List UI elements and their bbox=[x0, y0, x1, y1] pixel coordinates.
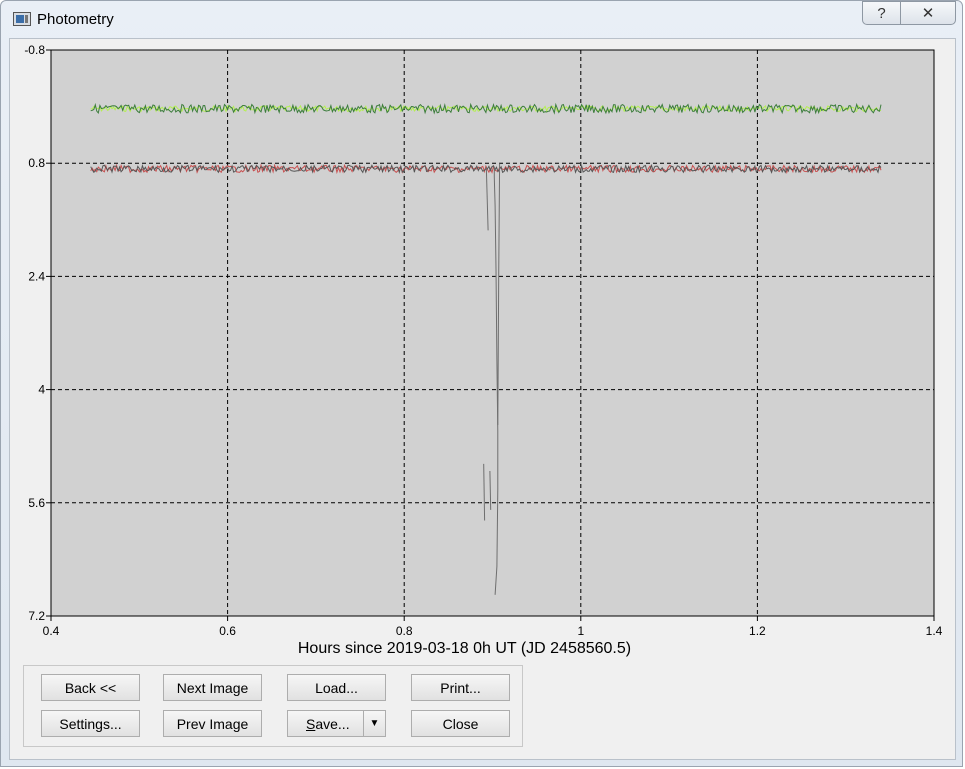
load-button[interactable]: Load... bbox=[287, 674, 386, 701]
photometry-app-icon bbox=[13, 12, 31, 26]
prev-image-button[interactable]: Prev Image bbox=[163, 710, 262, 737]
client-area: 0.4 0.6 0.8 1 1.2 1.4 -0.8 0.8 2.4 4 5.6 7.2 Hours s… bbox=[9, 38, 956, 760]
caption-buttons: ? ✕ bbox=[862, 1, 956, 25]
y-tick-label: -0.8 bbox=[24, 43, 45, 57]
print-button[interactable]: Print... bbox=[411, 674, 510, 701]
x-tick-label: 0.4 bbox=[43, 624, 60, 638]
save-split-button[interactable]: Save... ▼ bbox=[287, 710, 386, 737]
x-tick-label: 0.8 bbox=[396, 624, 413, 638]
x-tick-label: 1 bbox=[577, 624, 584, 638]
y-tick-label: 4 bbox=[38, 383, 45, 397]
plot-area bbox=[50, 49, 935, 617]
close-button[interactable]: Close bbox=[411, 710, 510, 737]
save-button-label: Save... bbox=[306, 715, 350, 732]
help-button[interactable]: ? bbox=[862, 1, 900, 25]
button-panel: Back << Next Image Load... Print... Sett… bbox=[23, 665, 523, 747]
close-icon: ✕ bbox=[921, 5, 935, 22]
x-axis-label: Hours since 2019-03-18 0h UT (JD 2458560… bbox=[298, 640, 631, 657]
photometry-window: Photometry ? ✕ 0.4 0.6 0.8 1 1.2 1.4 -0.8 0.8 2.… bbox=[0, 0, 963, 767]
window-close-button[interactable]: ✕ bbox=[900, 1, 956, 25]
next-image-button[interactable]: Next Image bbox=[163, 674, 262, 701]
y-tick-label: 5.6 bbox=[28, 496, 45, 510]
x-tick-label: 1.2 bbox=[749, 624, 766, 638]
x-tick-label: 1.4 bbox=[926, 624, 943, 638]
back-button[interactable]: Back << bbox=[41, 674, 140, 701]
y-tick-label: 2.4 bbox=[28, 269, 45, 283]
title-bar[interactable]: Photometry ? ✕ bbox=[1, 1, 962, 37]
y-tick-label: 7.2 bbox=[28, 609, 45, 623]
y-tick-label: 0.8 bbox=[28, 156, 45, 170]
help-icon: ? bbox=[877, 4, 886, 22]
settings-button[interactable]: Settings... bbox=[41, 710, 140, 737]
window-title: Photometry bbox=[37, 11, 114, 28]
photometry-chart[interactable]: 0.4 0.6 0.8 1 1.2 1.4 -0.8 0.8 2.4 4 5.6 7.2 Hours s… bbox=[10, 39, 955, 659]
save-dropdown-arrow-icon[interactable]: ▼ bbox=[363, 711, 385, 736]
x-tick-label: 0.6 bbox=[219, 624, 236, 638]
